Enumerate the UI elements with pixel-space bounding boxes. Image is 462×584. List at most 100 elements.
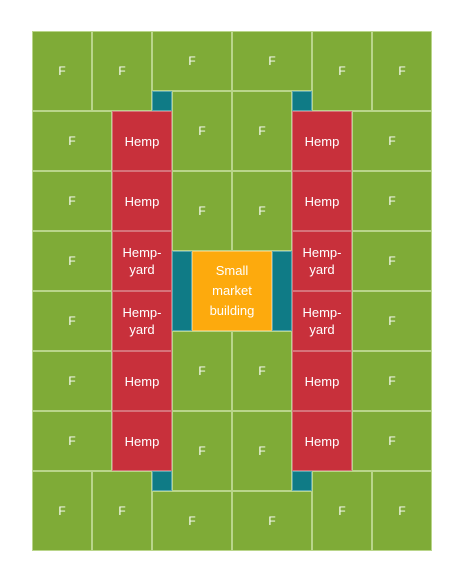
field-plot: F xyxy=(232,491,312,551)
field-plot-label: F xyxy=(338,64,346,78)
hempyard-plot: Hemp-yard xyxy=(112,231,172,291)
hemp-plot-label: Hemp xyxy=(124,433,160,449)
field-plot: F xyxy=(32,411,112,471)
field-plot-label: F xyxy=(198,124,206,138)
field-plot-label: F xyxy=(398,64,406,78)
field-plot: F xyxy=(352,111,432,171)
field-plot-label: F xyxy=(68,434,76,448)
field-plot: F xyxy=(232,331,292,411)
field-plot-label: F xyxy=(388,434,396,448)
field-plot-label: F xyxy=(68,254,76,268)
field-plot: F xyxy=(232,91,292,171)
field-plot-label: F xyxy=(258,444,266,458)
teal-marker xyxy=(292,471,312,491)
field-plot-label: F xyxy=(68,314,76,328)
hemp-plot: Hemp xyxy=(112,351,172,411)
hemp-plot: Hemp xyxy=(292,411,352,471)
hempyard-plot-label: yard xyxy=(129,322,155,337)
market-building: Small market building xyxy=(192,251,272,331)
field-plot-label: F xyxy=(198,444,206,458)
hemp-plot-label: Hemp xyxy=(124,193,160,209)
field-plot: F xyxy=(352,291,432,351)
field-plot: F xyxy=(92,471,152,551)
field-plot-label: F xyxy=(388,374,396,388)
hempyard-plot: Hemp-yard xyxy=(292,231,352,291)
field-plot-label: F xyxy=(68,194,76,208)
field-plot: F xyxy=(32,31,92,111)
field-plot: F xyxy=(152,31,232,91)
field-plot-label: F xyxy=(198,204,206,218)
field-plot: F xyxy=(372,31,432,111)
hemp-plot-label: Hemp xyxy=(304,433,340,449)
field-plot-label: F xyxy=(268,54,276,68)
hemp-plot: Hemp xyxy=(112,171,172,231)
field-plot: F xyxy=(32,471,92,551)
field-plot-label: F xyxy=(388,314,396,328)
field-plot: F xyxy=(352,171,432,231)
teal-marker xyxy=(272,251,292,331)
market-building-label: Small xyxy=(215,263,249,278)
field-plot-label: F xyxy=(338,504,346,518)
hempyard-plot-label: yard xyxy=(309,262,335,277)
hemp-plot: Hemp xyxy=(292,111,352,171)
field-plot: F xyxy=(32,351,112,411)
field-plot: F xyxy=(312,31,372,111)
field-plot: F xyxy=(32,171,112,231)
market-building-label: market xyxy=(212,283,252,298)
field-plot-label: F xyxy=(258,204,266,218)
teal-marker xyxy=(292,91,312,111)
field-plot-label: F xyxy=(198,364,206,378)
hempyard-plot-label: Hemp- xyxy=(302,305,342,320)
hempyard-plot-label: yard xyxy=(129,262,155,277)
market-building-label: building xyxy=(209,303,255,318)
field-plot-label: F xyxy=(398,504,406,518)
hempyard-plot-label: yard xyxy=(309,322,335,337)
field-plot-label: F xyxy=(388,254,396,268)
field-plot-label: F xyxy=(388,134,396,148)
field-plot-label: F xyxy=(58,64,66,78)
field-plot: F xyxy=(352,351,432,411)
hemp-plot: Hemp xyxy=(112,111,172,171)
field-plot: F xyxy=(172,91,232,171)
field-plot: F xyxy=(92,31,152,111)
hemp-plot: Hemp xyxy=(292,351,352,411)
field-plot: F xyxy=(32,291,112,351)
hempyard-plot: Hemp-yard xyxy=(292,291,352,351)
field-plot: F xyxy=(32,231,112,291)
field-plot: F xyxy=(32,111,112,171)
field-plot-label: F xyxy=(188,514,196,528)
site-plan: F F F F F F F F F F F F F F F F F F F F F F F F F F F F F F F F Hemp Hemp… xyxy=(0,0,462,584)
field-plot: F xyxy=(172,171,232,251)
field-plot-label: F xyxy=(388,194,396,208)
hemp-plot-label: Hemp xyxy=(304,373,340,389)
field-plot: F xyxy=(152,491,232,551)
hempyard-plot: Hemp-yard xyxy=(112,291,172,351)
hemp-plot-label: Hemp xyxy=(304,193,340,209)
hemp-plot: Hemp xyxy=(112,411,172,471)
field-plot-label: F xyxy=(188,54,196,68)
field-plot-label: F xyxy=(258,364,266,378)
field-plot-label: F xyxy=(68,134,76,148)
hemp-plot-label: Hemp xyxy=(304,133,340,149)
field-plot: F xyxy=(312,471,372,551)
hemp-plot-label: Hemp xyxy=(124,133,160,149)
field-plot-label: F xyxy=(258,124,266,138)
field-plot: F xyxy=(352,411,432,471)
field-plot-label: F xyxy=(268,514,276,528)
field-plot: F xyxy=(352,231,432,291)
field-plot-label: F xyxy=(68,374,76,388)
hempyard-plot-label: Hemp- xyxy=(122,245,162,260)
field-plot-label: F xyxy=(58,504,66,518)
field-plot: F xyxy=(172,331,232,411)
field-plot: F xyxy=(232,171,292,251)
teal-marker xyxy=(152,91,172,111)
hempyard-plot-label: Hemp- xyxy=(122,305,162,320)
hempyard-plot-label: Hemp- xyxy=(302,245,342,260)
field-plot: F xyxy=(232,31,312,91)
field-plot: F xyxy=(372,471,432,551)
field-plot: F xyxy=(232,411,292,491)
field-plot: F xyxy=(172,411,232,491)
field-plot-label: F xyxy=(118,504,126,518)
field-plot-label: F xyxy=(118,64,126,78)
teal-marker xyxy=(152,471,172,491)
